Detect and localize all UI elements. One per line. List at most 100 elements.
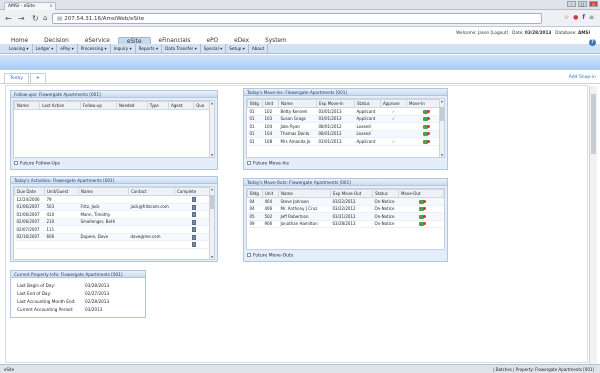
complete-icon[interactable] [192, 227, 196, 232]
col-unit-guest[interactable]: Unit/Guest [44, 187, 79, 196]
browser-tab[interactable]: AMSI - eSite × [4, 2, 56, 10]
col-name[interactable]: Name [78, 187, 129, 196]
move-ins-scrollbar[interactable]: ▲ ▼ [439, 99, 444, 157]
move-in-icon[interactable] [422, 132, 430, 137]
table-row[interactable]: 01 108 Mrs Amanda Jo 03/01/2013 Applicant ✓ [247, 137, 444, 146]
scroll-down-icon[interactable]: ▼ [210, 255, 214, 259]
col-follow-up[interactable]: Follow-up [79, 101, 118, 110]
approve-check-icon[interactable] [380, 122, 407, 131]
col-approve[interactable]: Approve [380, 99, 407, 108]
scroll-down-icon[interactable]: ▼ [210, 153, 214, 157]
settings-wrench-icon[interactable]: ≡ [589, 14, 594, 21]
menu-inquiry[interactable]: Inquiry ▾ [111, 44, 136, 53]
menu-setup[interactable]: Setup ▾ [226, 44, 249, 53]
approve-check-icon[interactable]: ✓ [380, 137, 407, 146]
table-row[interactable]: 01 104 Thomas Donla 08/01/2012 Leased [247, 130, 444, 138]
menu-leasing[interactable]: Leasing ▾ [6, 44, 33, 53]
complete-icon[interactable] [192, 204, 196, 210]
approve-check-icon[interactable]: ✓ [380, 107, 407, 116]
table-row[interactable]: 01/06/2007 410 Mann, Timothy [14, 210, 214, 219]
help-icon[interactable]: ? [589, 39, 596, 46]
maximize-icon[interactable]: □ [578, 1, 587, 7]
table-row[interactable]: 12/24/2006 79 [14, 195, 214, 204]
move-out-icon[interactable] [418, 199, 426, 204]
menu-reports[interactable]: Reports ▾ [136, 44, 163, 53]
scroll-up-icon[interactable]: ▲ [440, 99, 444, 103]
extension-icon[interactable]: ● [573, 14, 578, 21]
menu-processing[interactable]: Processing ▾ [78, 44, 111, 53]
table-row[interactable]: 02/16/2007 606 Dupere, Dave dave@me.com [14, 233, 214, 241]
checkbox-box[interactable] [247, 253, 251, 257]
table-row[interactable]: 02/07/2007 111 [14, 225, 214, 234]
move-out-icon[interactable] [418, 207, 426, 212]
back-icon[interactable]: ← [5, 14, 12, 23]
table-row[interactable]: 01 104 Jake Ryan 08/01/2012 Leased [247, 122, 444, 131]
move-in-icon[interactable] [422, 117, 430, 122]
move-in-icon[interactable] [422, 139, 430, 144]
table-row[interactable]: 04 404 Steve Johnson 03/22/2012 On-Notice [247, 197, 444, 206]
checkbox-box[interactable] [14, 161, 18, 165]
complete-icon[interactable] [192, 212, 196, 217]
col-move-in[interactable]: Move-In [406, 99, 444, 108]
move-in-icon[interactable] [422, 124, 430, 129]
move-out-icon[interactable] [418, 214, 426, 219]
menu-about[interactable]: About [249, 44, 269, 53]
col-move-out[interactable]: Move-Out [398, 189, 444, 198]
scrollbar-thumb[interactable] [210, 195, 214, 209]
complete-icon[interactable] [192, 219, 196, 225]
table-row[interactable]: 09 906 Jonathan Hamilton 03/28/2013 On-Notic… [247, 220, 444, 228]
complete-icon[interactable] [192, 234, 196, 240]
activities-scrollbar[interactable]: ▲ ▼ [209, 187, 214, 259]
scrollbar-thumb[interactable] [591, 94, 596, 154]
scroll-down-icon[interactable]: ▼ [440, 153, 444, 157]
col-name[interactable]: Name [14, 101, 41, 110]
close-tab-icon[interactable]: × [49, 4, 53, 9]
menu-data-transfer[interactable]: Data Transfer ▾ [162, 44, 201, 53]
future-move-ins-checkbox[interactable]: Future Move-Ins [247, 161, 289, 167]
col-contact[interactable]: Contact [128, 187, 175, 196]
col-exp-move-in[interactable]: Exp Move-In [316, 99, 355, 108]
scroll-up-icon[interactable]: ▲ [210, 187, 214, 191]
col-complete[interactable]: Complete [174, 187, 214, 196]
table-row[interactable]: 01/06/2007 503 Fritz, Jack jack@fritzcom.co… [14, 203, 214, 211]
table-row[interactable]: 02/06/2007 210 Smallenger, Beth [14, 218, 214, 226]
add-snapin-link[interactable]: Add Snap-in [569, 75, 596, 80]
reload-icon[interactable]: ↻ [32, 14, 39, 23]
complete-icon[interactable] [192, 242, 196, 247]
table-row[interactable]: 05 502 Jeff Robertson 03/21/2012 On-Notice [247, 212, 444, 221]
col-unit[interactable]: Unit [262, 99, 279, 108]
approve-check-icon[interactable] [380, 130, 407, 138]
col-name[interactable]: Name [278, 99, 317, 108]
page-scrollbar[interactable] [589, 86, 597, 364]
minimize-icon[interactable]: – [567, 1, 576, 7]
table-row[interactable] [14, 240, 214, 249]
user-logout-link[interactable]: Jason [Logout] [478, 30, 508, 35]
table-row[interactable]: 04 406 Mr. Anthony J Cruz 03/22/2012 On-Noti… [247, 205, 444, 213]
table-row[interactable]: 01 103 Susan Grags 03/01/2013 Applicant ✓ [247, 115, 444, 123]
col-needed[interactable]: Needed [116, 101, 148, 110]
table-row[interactable]: 01 102 Betty Kersem 03/01/2013 Applicant ✓ [247, 107, 444, 116]
menu-epay[interactable]: ePay ▾ [57, 44, 78, 53]
facebook-icon[interactable]: f [582, 14, 585, 21]
future-followups-checkbox[interactable]: Future Follow-Ups [14, 161, 60, 167]
move-in-icon[interactable] [422, 109, 430, 114]
tab-today[interactable]: Today [4, 73, 30, 83]
menu-ledger[interactable]: Ledger ▾ [33, 44, 58, 53]
col-last-action[interactable]: Last Action [39, 101, 81, 110]
col-agent[interactable]: Agent [167, 101, 195, 110]
forward-icon[interactable]: → [18, 14, 25, 23]
menu-special[interactable]: Special ▾ [201, 44, 227, 53]
future-move-outs-checkbox[interactable]: Future Move-Outs [247, 253, 293, 259]
bookmark-star-icon[interactable]: ☆ [564, 14, 569, 21]
complete-icon[interactable] [192, 197, 196, 202]
followups-scrollbar[interactable]: ▲ ▼ [209, 101, 214, 157]
close-window-icon[interactable]: × [589, 1, 598, 7]
col-due-date[interactable]: Due Date [14, 187, 45, 196]
add-tab-button[interactable]: + [30, 73, 46, 83]
home-icon[interactable]: ⌂ [43, 14, 47, 22]
col-status[interactable]: Status [372, 189, 399, 198]
col-bldg[interactable]: Bldg [247, 99, 263, 108]
checkbox-box[interactable] [247, 161, 251, 165]
col-name[interactable]: Name [278, 189, 331, 198]
col-bldg[interactable]: Bldg [247, 189, 263, 198]
